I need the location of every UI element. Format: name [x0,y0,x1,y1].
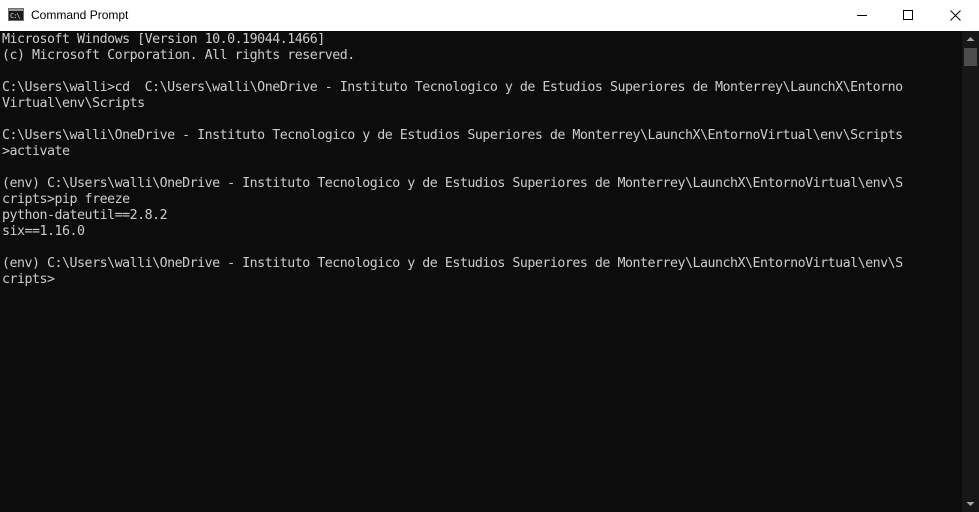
scroll-down-arrow-icon[interactable] [962,495,979,512]
console-line: six==1.16.0 [2,224,85,239]
scroll-up-arrow-icon[interactable] [962,31,979,48]
console-line: cripts>pip freeze [2,192,130,207]
scrollbar-thumb[interactable] [964,48,977,66]
console-line: C:\Users\walli>cd C:\Users\walli\OneDriv… [2,80,903,95]
cmd-icon-bar [9,9,23,11]
maximize-button[interactable] [885,0,931,31]
console-line: python-dateutil==2.8.2 [2,208,168,223]
window-title: Command Prompt [31,8,129,22]
console-line: Virtual\env\Scripts [2,96,145,111]
console-line: C:\Users\walli\OneDrive - Instituto Tecn… [2,128,903,143]
maximize-icon [903,10,913,20]
cmd-icon-glyph: C:\ [10,12,21,20]
vertical-scrollbar[interactable] [962,31,979,512]
title-bar[interactable]: C:\ Command Prompt [0,0,979,31]
cmd-icon[interactable]: C:\ [8,8,24,21]
console-line: cripts> [2,272,55,287]
console-line: (c) Microsoft Corporation. All rights re… [2,48,355,63]
console-output[interactable]: Microsoft Windows [Version 10.0.19044.14… [0,31,962,512]
command-prompt-window: C:\ Command Prompt Microsoft Windows [Ve… [0,0,979,512]
minimize-icon [857,15,867,16]
minimize-button[interactable] [839,0,885,31]
console-line: >activate [2,144,70,159]
console-line: (env) C:\Users\walli\OneDrive - Institut… [2,176,903,191]
close-button[interactable] [933,0,979,31]
close-icon [950,10,961,21]
console-line: Microsoft Windows [Version 10.0.19044.14… [2,32,325,47]
console-line: (env) C:\Users\walli\OneDrive - Institut… [2,256,903,271]
